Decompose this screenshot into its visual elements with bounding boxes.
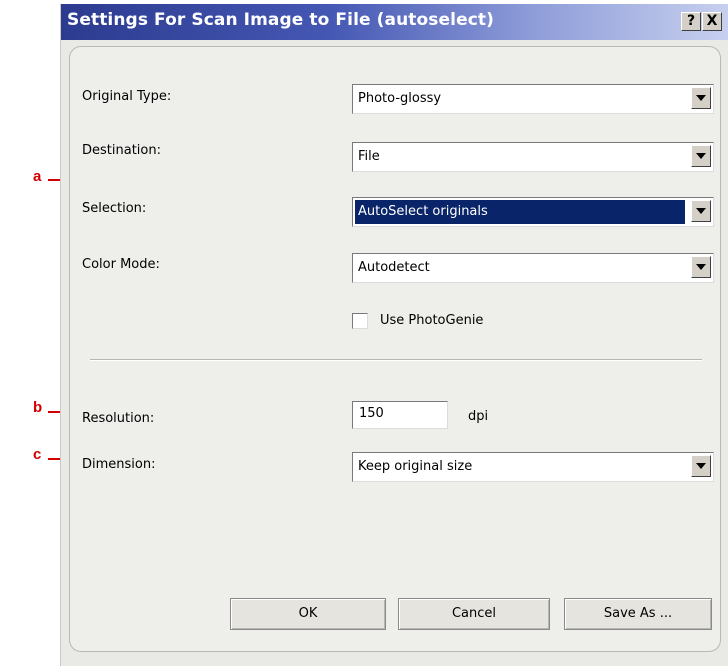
original-type-label: Original Type:	[82, 89, 172, 104]
dimension-value: Keep original size	[358, 459, 473, 474]
chevron-down-icon[interactable]	[691, 87, 711, 109]
ok-button[interactable]: OK	[230, 598, 386, 630]
color-mode-value: Autodetect	[358, 260, 430, 275]
dialog-title: Settings For Scan Image to File (autosel…	[67, 10, 494, 30]
destination-dropdown[interactable]: File	[352, 142, 714, 172]
original-type-dropdown[interactable]: Photo-glossy	[352, 84, 714, 114]
section-divider	[90, 359, 702, 361]
cancel-button[interactable]: Cancel	[398, 598, 550, 630]
close-icon[interactable]: X	[702, 12, 722, 31]
settings-panel: Original Type: Photo-glossy Destination:…	[69, 46, 721, 652]
save-as-button[interactable]: Save As ...	[564, 598, 712, 630]
destination-value: File	[358, 149, 380, 164]
color-mode-dropdown[interactable]: Autodetect	[352, 253, 714, 283]
chevron-down-icon[interactable]	[691, 256, 711, 278]
color-mode-label: Color Mode:	[82, 257, 160, 272]
settings-dialog: Settings For Scan Image to File (autosel…	[60, 4, 728, 666]
dimension-dropdown[interactable]: Keep original size	[352, 452, 714, 482]
selection-label: Selection:	[82, 201, 147, 216]
use-photogenie-checkbox[interactable]	[352, 313, 368, 329]
selection-dropdown[interactable]: AutoSelect originals	[352, 197, 714, 227]
use-photogenie-label[interactable]: Use PhotoGenie	[380, 313, 483, 328]
resolution-input[interactable]: 150	[352, 401, 448, 429]
callout-label-c: c	[33, 446, 42, 463]
destination-label: Destination:	[82, 143, 161, 158]
chevron-down-icon[interactable]	[691, 200, 711, 222]
selection-value: AutoSelect originals	[355, 200, 685, 224]
chevron-down-icon[interactable]	[691, 145, 711, 167]
title-bar[interactable]: Settings For Scan Image to File (autosel…	[61, 4, 728, 40]
original-type-value: Photo-glossy	[358, 91, 442, 106]
resolution-label: Resolution:	[82, 411, 155, 426]
help-icon[interactable]: ?	[681, 12, 701, 31]
resolution-unit: dpi	[468, 409, 489, 424]
dimension-label: Dimension:	[82, 457, 156, 472]
chevron-down-icon[interactable]	[691, 455, 711, 477]
callout-label-b: b	[33, 399, 43, 416]
callout-label-a: a	[33, 168, 42, 185]
